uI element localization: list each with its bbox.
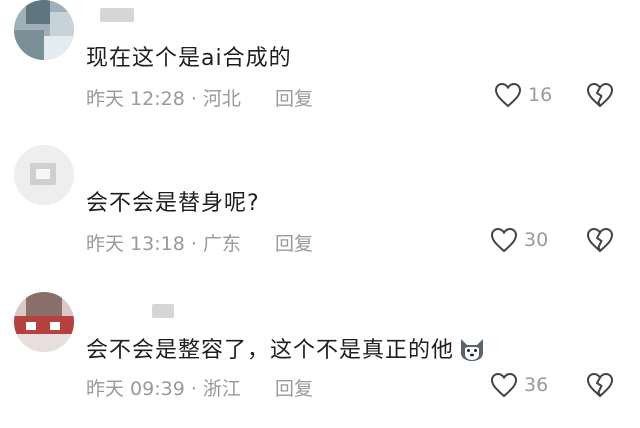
username-blurred[interactable] <box>152 304 174 318</box>
comment-item: 会不会是替身呢? 昨天 13:18 · 广东 回复 30 <box>0 145 640 281</box>
like-count: 36 <box>524 374 549 396</box>
dislike-button[interactable] <box>586 82 614 112</box>
comment-meta: 昨天 13:18 · 广东 回复 <box>86 229 313 256</box>
comment-time-location: 昨天 09:39 · 浙江 <box>86 378 241 400</box>
avatar[interactable] <box>14 292 74 352</box>
reply-button[interactable]: 回复 <box>275 88 313 110</box>
reply-button[interactable]: 回复 <box>275 233 313 255</box>
dislike-button[interactable] <box>586 372 614 402</box>
comment-time-location: 昨天 12:28 · 河北 <box>86 88 241 110</box>
comment-item: 现在这个是ai合成的 昨天 12:28 · 河北 回复 16 <box>0 0 640 136</box>
like-count: 16 <box>528 84 553 106</box>
username-blurred[interactable] <box>100 8 134 22</box>
dislike-button[interactable] <box>586 227 614 257</box>
like-count: 30 <box>524 229 549 251</box>
broken-heart-icon <box>586 82 614 108</box>
avatar[interactable] <box>14 145 74 205</box>
comment-text-content: 会不会是整容了，这个不是真正的他 <box>86 338 455 363</box>
comment-time-location: 昨天 13:18 · 广东 <box>86 233 241 255</box>
heart-outline-icon <box>490 372 518 398</box>
comment-text: 会不会是整容了，这个不是真正的他 <box>86 332 486 369</box>
like-button[interactable]: 16 <box>494 82 552 108</box>
comment-text: 现在这个是ai合成的 <box>86 46 292 71</box>
heart-outline-icon <box>490 227 518 253</box>
heart-outline-icon <box>494 82 522 108</box>
like-button[interactable]: 36 <box>490 372 548 398</box>
broken-heart-icon <box>586 227 614 253</box>
broken-heart-icon <box>586 372 614 398</box>
reply-button[interactable]: 回复 <box>275 378 313 400</box>
comment-text: 会不会是替身呢? <box>86 191 260 216</box>
comment-meta: 昨天 09:39 · 浙江 回复 <box>86 374 313 401</box>
husky-dog-emoji-icon <box>458 337 486 369</box>
comment-meta: 昨天 12:28 · 河北 回复 <box>86 84 313 111</box>
like-button[interactable]: 30 <box>490 227 548 253</box>
avatar[interactable] <box>14 0 74 60</box>
